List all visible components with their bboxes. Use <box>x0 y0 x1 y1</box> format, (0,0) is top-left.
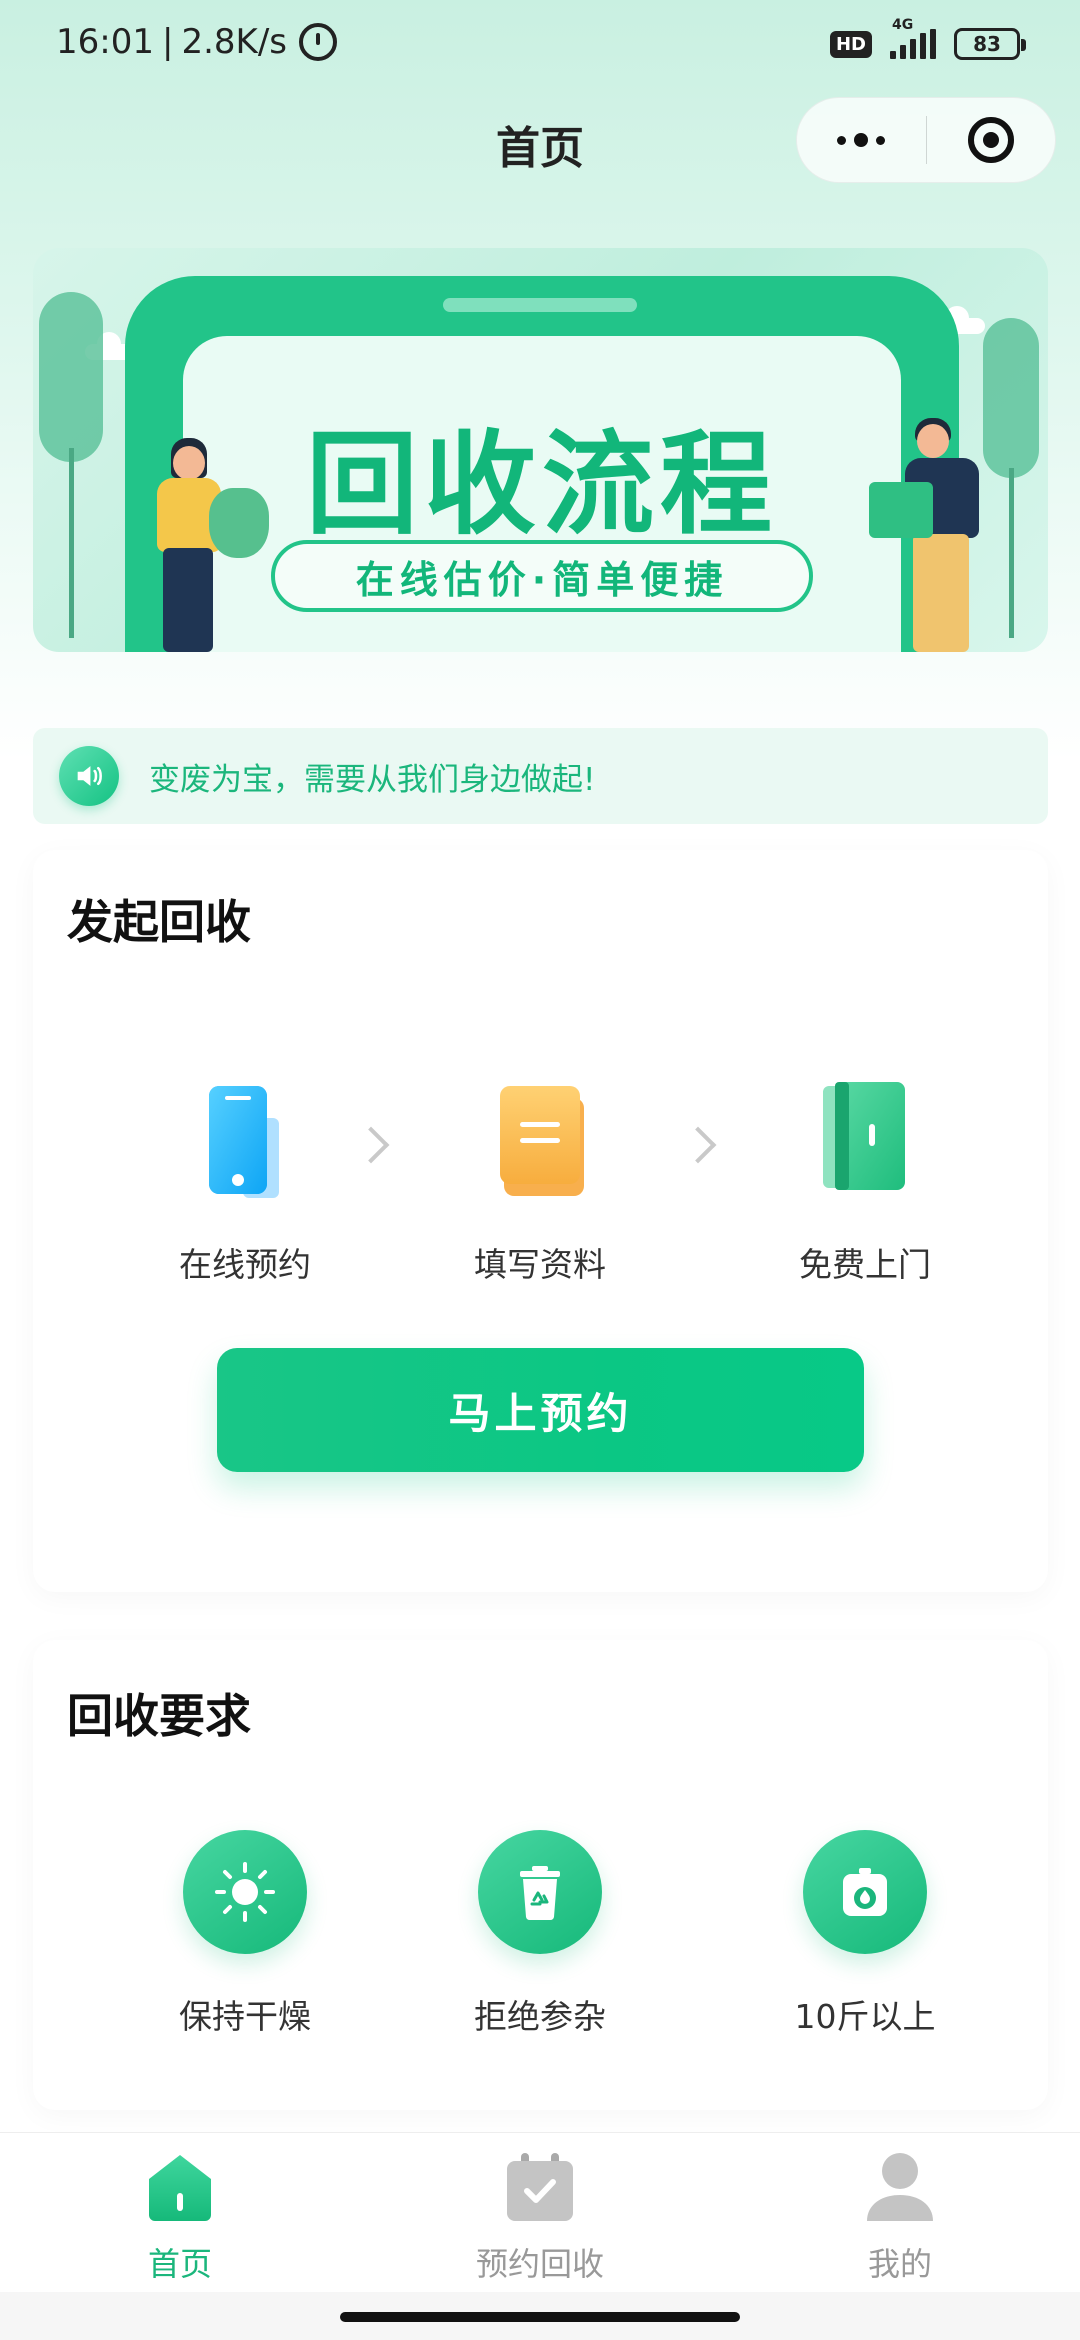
notice-text: 变废为宝，需要从我们身边做起! <box>149 761 596 798</box>
home-icon <box>145 2151 215 2223</box>
close-miniprogram-button[interactable] <box>926 98 1055 182</box>
chevron-right-icon <box>352 1126 390 1164</box>
status-speed: 2.8K/s <box>181 22 287 62</box>
battery-icon: 83 <box>954 28 1026 60</box>
door-icon <box>805 1080 925 1210</box>
banner-phone-speaker <box>443 298 637 312</box>
banner[interactable]: 回收流程 在线估价·简单便捷 <box>33 248 1048 652</box>
status-separator: | <box>161 22 174 62</box>
tab-label: 我的 <box>867 2245 932 2283</box>
requirements-card: 回收要求 保持干燥 拒绝参杂 10斤以上 <box>33 1640 1048 2110</box>
home-indicator[interactable] <box>340 2312 740 2322</box>
requirements-list: 保持干燥 拒绝参杂 10斤以上 <box>33 1830 1048 2060</box>
notice-bar[interactable]: 变废为宝，需要从我们身边做起! <box>33 728 1048 824</box>
user-icon <box>865 2151 935 2223</box>
step-label: 免费上门 <box>799 1245 931 1284</box>
step-label: 填写资料 <box>474 1245 606 1284</box>
chevron-right-icon <box>679 1126 717 1164</box>
tab-label: 首页 <box>147 2245 212 2283</box>
status-left: 16:01 | 2.8K/s <box>56 22 337 62</box>
battery-level: 83 <box>973 32 1001 56</box>
recycle-bin-icon <box>478 1830 602 1954</box>
tree-trunk <box>1009 468 1014 638</box>
target-icon <box>967 117 1014 163</box>
process-steps: 在线预约 填写资料 免费上门 <box>33 1080 1048 1300</box>
tree-icon <box>39 292 103 462</box>
requirement-label: 10斤以上 <box>794 1997 936 2036</box>
status-bar: 16:01 | 2.8K/s HD 4G 83 <box>0 0 1080 95</box>
hd-badge: HD <box>829 30 872 58</box>
man-illustration <box>869 418 989 652</box>
tab-label: 预约回收 <box>475 2245 604 2283</box>
network-type: 4G <box>892 17 914 33</box>
requirement-label: 拒绝参杂 <box>474 1997 606 2036</box>
banner-title: 回收流程 <box>306 420 778 550</box>
banner-subtitle: 在线估价·简单便捷 <box>271 540 813 612</box>
status-time: 16:01 <box>56 22 154 62</box>
step-label: 在线预约 <box>179 1245 311 1284</box>
speaker-icon <box>59 746 119 806</box>
requirement-label: 保持干燥 <box>179 1997 311 2036</box>
more-options-button[interactable] <box>797 98 926 182</box>
miniprogram-capsule <box>796 97 1056 183</box>
sun-icon <box>183 1830 307 1954</box>
tab-reserve-recycle[interactable]: 预约回收 <box>360 2133 720 2293</box>
scale-icon <box>803 1830 927 1954</box>
section-title-requirements: 回收要求 <box>67 1689 251 1743</box>
tree-icon <box>983 318 1039 478</box>
signal-icon: 4G <box>890 17 936 59</box>
status-right: HD 4G 83 <box>829 17 1026 60</box>
reserve-now-button[interactable]: 马上预约 <box>217 1348 864 1472</box>
tab-mine[interactable]: 我的 <box>720 2133 1080 2293</box>
tree-trunk <box>69 448 74 638</box>
tab-home[interactable]: 首页 <box>0 2133 360 2293</box>
form-icon <box>480 1080 600 1210</box>
bottom-tab-bar: 首页 预约回收 我的 <box>0 2132 1080 2292</box>
woman-illustration <box>153 438 269 652</box>
phone-icon <box>185 1080 305 1210</box>
section-title-start-recycle: 发起回收 <box>67 895 251 949</box>
calendar-check-icon <box>505 2151 575 2223</box>
alarm-icon <box>299 23 337 61</box>
start-recycle-card: 发起回收 在线预约 填写资料 免费上门 马上预约 <box>33 850 1048 1592</box>
